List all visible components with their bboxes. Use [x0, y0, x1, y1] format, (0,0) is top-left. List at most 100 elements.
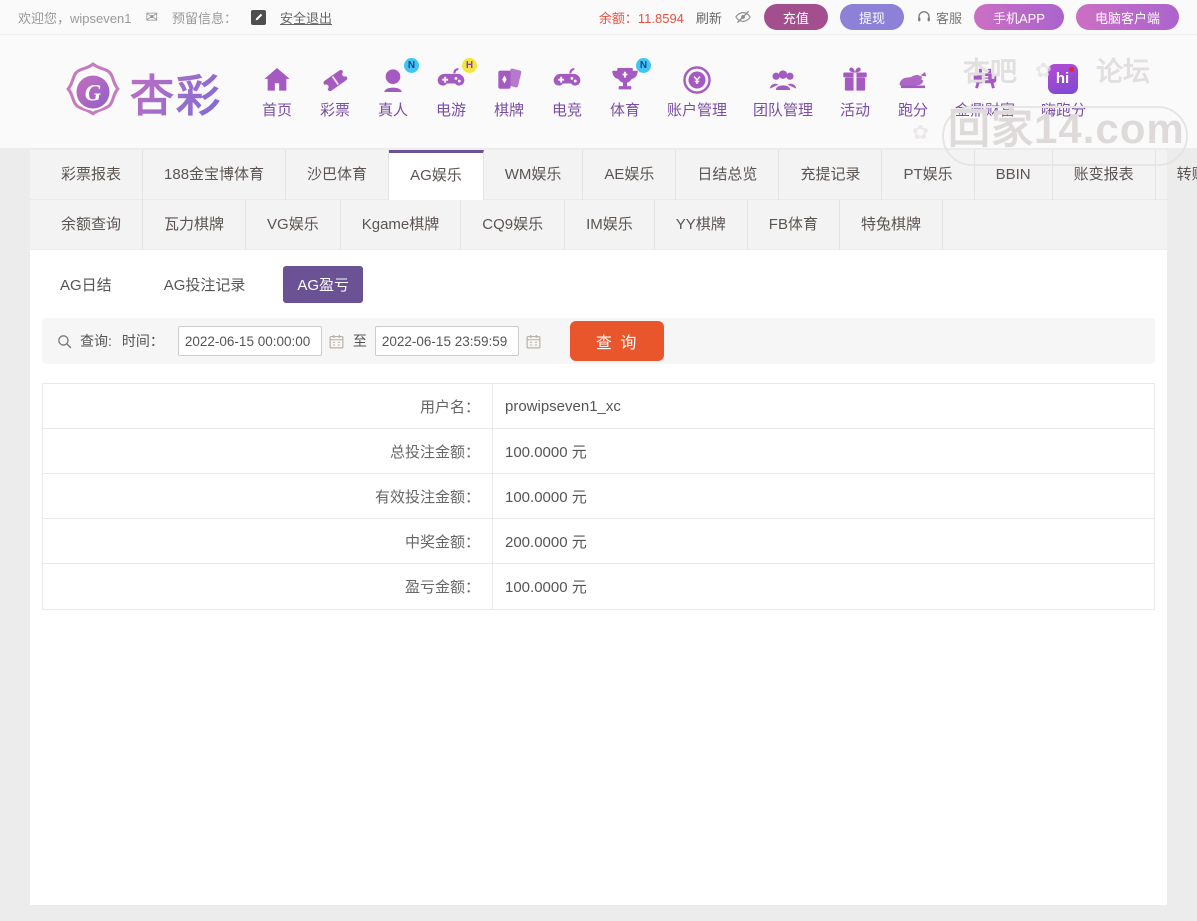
nav-item-账户管理[interactable]: 账户管理 — [654, 64, 740, 120]
nav-label: 金鼎财富 — [955, 101, 1016, 119]
calendar-icon[interactable] — [525, 333, 542, 350]
header: G 杏彩 首页 彩票 N 真人 H 电游 棋牌 电竞 N 体育 账户管理 团队管理 活动 跑分 金鼎财富 hi… — [0, 35, 1197, 148]
nav-item-真人[interactable]: N 真人 — [364, 57, 422, 120]
date-from-input[interactable] — [177, 326, 322, 356]
tab-特兔棋牌[interactable]: 特兔棋牌 — [840, 200, 943, 250]
tab-瓦力棋牌[interactable]: 瓦力棋牌 — [143, 200, 247, 250]
subtab-AG日结[interactable]: AG日结 — [46, 266, 126, 303]
main-nav: 首页 彩票 N 真人 H 电游 棋牌 电竞 N 体育 账户管理 团队管理 活动 跑分 金鼎财富 hi 嗨跑分 — [248, 57, 1099, 120]
nav-item-团队管理[interactable]: 团队管理 — [740, 64, 826, 120]
time-label: 时间： — [121, 333, 164, 349]
subtab-AG盈亏[interactable]: AG盈亏 — [283, 266, 364, 303]
calendar-icon[interactable] — [328, 333, 345, 350]
tab-沙巴体育[interactable]: 沙巴体育 — [286, 150, 390, 200]
nav-label: 首页 — [261, 101, 292, 119]
nav-item-电游[interactable]: H 电游 — [422, 57, 480, 120]
nav-item-电竞[interactable]: 电竞 — [538, 64, 596, 120]
eye-hide-icon[interactable] — [734, 8, 752, 26]
tab-content: AG日结 AG投注记录 AG盈亏 查询: 时间： 至 查 询 用户名： prowips… — [30, 250, 1167, 610]
reserved-info-label: 预留信息： — [172, 10, 238, 26]
nav-item-活动[interactable]: 活动 — [826, 64, 884, 120]
ding-icon — [969, 64, 1001, 96]
recharge-button[interactable]: 充值 — [763, 4, 828, 30]
tab-CQ9娱乐[interactable]: CQ9娱乐 — [461, 200, 566, 250]
table-row-label: 总投注金额： — [43, 429, 493, 473]
query-label: 查询: — [80, 333, 112, 349]
table-row: 盈亏金额： 100.0000 元 — [43, 564, 1154, 609]
nav-item-首页[interactable]: 首页 — [248, 64, 306, 120]
nav-label: 活动 — [840, 101, 871, 119]
to-separator: 至 — [352, 333, 367, 349]
gamepad-icon — [551, 64, 583, 96]
nav-item-彩票[interactable]: 彩票 — [306, 64, 364, 120]
content-card: 彩票报表 188金宝博体育 沙巴体育 AG娱乐 WM娱乐 AE娱乐 日结总览 充提记录 PT娱乐… — [30, 150, 1197, 905]
nav-label: 电竞 — [551, 101, 582, 119]
tab-AE娱乐[interactable]: AE娱乐 — [583, 150, 677, 200]
tab-账变报表[interactable]: 账变报表 — [1053, 150, 1156, 200]
logo-emblem-icon: G — [66, 61, 120, 116]
table-row-label: 中奖金额： — [43, 519, 493, 563]
edit-icon[interactable] — [251, 9, 267, 25]
tab-Kgame棋牌[interactable]: Kgame棋牌 — [341, 200, 462, 250]
balance-text: 余额：11.8594 — [598, 10, 684, 26]
badge-n-icon: N — [636, 57, 651, 73]
nav-item-棋牌[interactable]: 棋牌 — [480, 64, 538, 120]
tab-转账报表[interactable]: 转账报表 — [1156, 150, 1197, 200]
tab-AG娱乐[interactable]: AG娱乐 — [389, 150, 484, 200]
cards-icon — [493, 64, 525, 96]
nav-item-金鼎财富[interactable]: 金鼎财富 — [942, 64, 1028, 120]
balance-value: 11.8594 — [637, 10, 684, 26]
welcome-text: 欢迎您，wipseven1 — [18, 10, 132, 26]
logout-link[interactable]: 安全退出 — [280, 8, 332, 27]
ticket-icon — [319, 64, 351, 96]
table-row: 中奖金额： 200.0000 元 — [43, 519, 1154, 564]
pc-client-button[interactable]: 电脑客户端 — [1075, 4, 1179, 30]
tab-余额查询[interactable]: 余额查询 — [40, 200, 144, 250]
hi-icon: hi — [1047, 63, 1080, 96]
date-to-input[interactable] — [374, 326, 519, 356]
tab-日结总览[interactable]: 日结总览 — [676, 150, 780, 200]
gift-icon — [839, 64, 871, 96]
query-submit-button[interactable]: 查 询 — [569, 321, 665, 361]
result-table: 用户名： prowipseven1_xc 总投注金额： 100.0000 元有效投注金… — [42, 383, 1155, 610]
refresh-button[interactable]: 刷新 — [696, 8, 722, 27]
withdraw-button[interactable]: 提现 — [839, 4, 904, 30]
subtab-AG投注记录[interactable]: AG投注记录 — [150, 266, 260, 303]
tab-188金宝博体育[interactable]: 188金宝博体育 — [143, 150, 287, 200]
table-row: 用户名： prowipseven1_xc — [43, 384, 1154, 429]
gamepad-icon: H — [435, 57, 477, 96]
tab-VG娱乐[interactable]: VG娱乐 — [246, 200, 341, 250]
nav-item-跑分[interactable]: 跑分 — [884, 64, 942, 120]
person-icon: N — [377, 57, 419, 96]
tab-WM娱乐[interactable]: WM娱乐 — [484, 150, 584, 200]
tab-FB体育[interactable]: FB体育 — [748, 200, 840, 250]
badge-h-icon: H — [462, 57, 477, 73]
headset-icon — [918, 11, 930, 22]
customer-service-link[interactable]: 客服 — [916, 8, 962, 27]
topbar-right: 余额：11.8594 刷新 充值 提现 客服 手机APP 电脑客户端 — [587, 4, 1179, 30]
message-icon[interactable]: ✉ — [145, 8, 158, 26]
tab-IM娱乐[interactable]: IM娱乐 — [565, 200, 655, 250]
tab-充提记录[interactable]: 充提记录 — [779, 150, 883, 200]
tab-BBIN[interactable]: BBIN — [975, 150, 1053, 200]
nav-label: 彩票 — [319, 101, 350, 119]
table-row: 总投注金额： 100.0000 元 — [43, 429, 1154, 474]
site-logo[interactable]: G 杏彩 — [62, 60, 222, 124]
mobile-app-button[interactable]: 手机APP — [973, 4, 1064, 30]
table-row-label: 盈亏金额： — [43, 564, 493, 609]
rhino-icon — [897, 64, 929, 96]
nav-item-嗨跑分[interactable]: hi 嗨跑分 — [1028, 63, 1099, 120]
coin-icon — [681, 64, 713, 96]
badge-n-icon: N — [404, 57, 419, 73]
subtabs: AG日结 AG投注记录 AG盈亏 — [42, 264, 1155, 305]
table-row-label: 用户名： — [43, 384, 493, 428]
tab-YY棋牌[interactable]: YY棋牌 — [655, 200, 748, 250]
nav-item-体育[interactable]: N 体育 — [596, 57, 654, 120]
tab-PT娱乐[interactable]: PT娱乐 — [882, 150, 975, 200]
table-row-value: 200.0000 元 — [505, 533, 587, 551]
table-row-value: prowipseven1_xc — [505, 397, 621, 415]
nav-label: 真人 — [377, 101, 408, 119]
search-icon — [56, 333, 73, 350]
tab-row-2: 余额查询 瓦力棋牌 VG娱乐 Kgame棋牌 CQ9娱乐 IM娱乐 YY棋牌 FB体育 特兔棋牌 — [30, 200, 1167, 250]
tab-彩票报表[interactable]: 彩票报表 — [40, 150, 144, 200]
